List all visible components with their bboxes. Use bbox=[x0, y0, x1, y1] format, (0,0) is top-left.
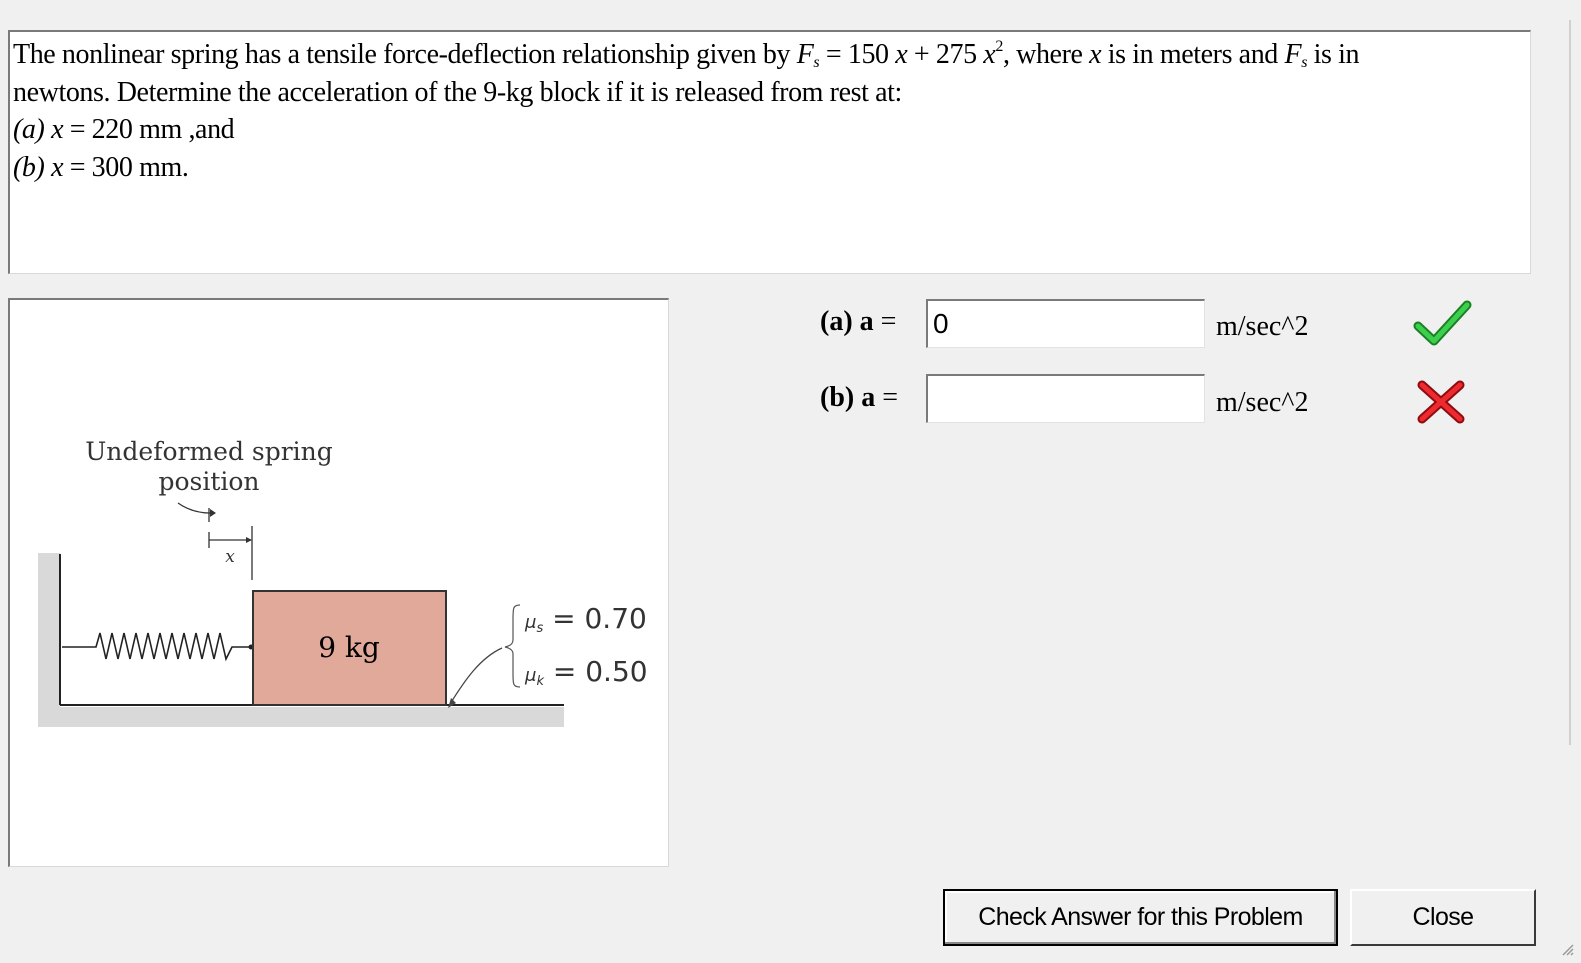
problem-part-b: (b) x = 300 mm. bbox=[13, 149, 1526, 187]
spring-block-diagram: 9 kg Undeformed spring position x μs = 0… bbox=[38, 437, 648, 727]
part-a-var: x bbox=[51, 114, 64, 145]
problem-figure: 9 kg Undeformed spring position x μs = 0… bbox=[8, 298, 669, 867]
answer-a-label-text: (a) a bbox=[820, 306, 874, 337]
x-mark-icon bbox=[1417, 380, 1465, 424]
part-b-text: = 300 mm. bbox=[63, 151, 189, 183]
mu-k-label: μk = 0.50 bbox=[524, 655, 648, 689]
window-right-edge bbox=[1569, 20, 1581, 745]
problem-part-a: (a) x = 220 mm ,and bbox=[13, 111, 1526, 149]
equation-exponent: 2 bbox=[995, 38, 1003, 55]
answer-b-unit: m/sec^2 bbox=[1216, 387, 1309, 418]
equation-var-x: x bbox=[895, 39, 908, 70]
answer-b-equals: = bbox=[875, 382, 899, 413]
problem-statement: The nonlinear spring has a tensile force… bbox=[8, 30, 1531, 274]
force-symbol: F bbox=[796, 39, 814, 70]
force-subscript: s bbox=[813, 54, 820, 71]
equation-var-x2: x bbox=[983, 39, 996, 70]
undeformed-label-line1: Undeformed spring bbox=[85, 437, 333, 466]
answer-a-input[interactable] bbox=[926, 299, 1205, 348]
mu-s-label: μs = 0.70 bbox=[524, 602, 647, 636]
part-b-label: (b) bbox=[13, 151, 45, 183]
answer-b-input[interactable] bbox=[926, 374, 1205, 423]
answer-a-label: (a) a = bbox=[820, 306, 896, 338]
resize-grip-icon[interactable] bbox=[1559, 941, 1575, 957]
check-mark-icon bbox=[1413, 300, 1472, 346]
where-var-x: x bbox=[1089, 39, 1102, 70]
mass-label: 9 kg bbox=[318, 631, 380, 664]
equation-part-1: = 150 bbox=[825, 39, 896, 70]
answer-b-label-text: (b) a bbox=[820, 382, 876, 413]
part-a-text: = 220 mm ,and bbox=[63, 114, 235, 145]
answer-b-label: (b) a = bbox=[820, 382, 898, 414]
undeformed-label-line2: position bbox=[158, 467, 259, 496]
part-b-var: x bbox=[51, 151, 64, 183]
floor bbox=[38, 707, 564, 727]
equation-part-2: + 275 bbox=[907, 39, 984, 70]
answer-a-unit: m/sec^2 bbox=[1216, 311, 1309, 342]
problem-where-text: , where bbox=[1002, 39, 1090, 70]
spring bbox=[62, 632, 251, 662]
problem-is-in-text: is in bbox=[1307, 39, 1360, 70]
problem-line-1: The nonlinear spring has a tensile force… bbox=[13, 36, 1526, 74]
problem-meters-text: is in meters and bbox=[1101, 39, 1285, 70]
close-button[interactable]: Close bbox=[1350, 889, 1536, 946]
x-dimension-label: x bbox=[225, 547, 235, 567]
problem-intro-text: The nonlinear spring has a tensile force… bbox=[13, 39, 791, 70]
check-answer-button[interactable]: Check Answer for this Problem bbox=[943, 889, 1338, 946]
problem-line-2: newtons. Determine the acceleration of t… bbox=[13, 76, 902, 108]
force-symbol-2: F bbox=[1284, 39, 1302, 70]
answer-a-equals: = bbox=[873, 306, 897, 337]
part-a-label: (a) bbox=[13, 114, 45, 145]
wall bbox=[38, 553, 60, 725]
